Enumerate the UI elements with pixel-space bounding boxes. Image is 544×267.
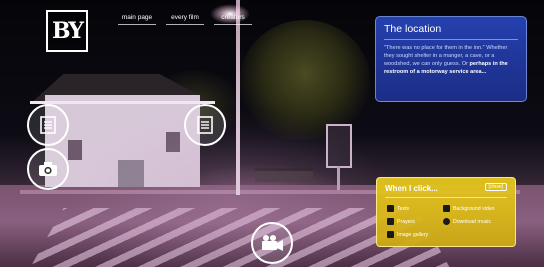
text-hotspot-left[interactable] bbox=[27, 104, 69, 146]
scene-background: BY main page every film creators The loc… bbox=[0, 0, 544, 267]
video-camera-icon bbox=[262, 235, 283, 251]
video-camera-icon bbox=[443, 205, 450, 212]
location-text: "There was no place for them in the inn.… bbox=[384, 44, 518, 76]
legend-item-video: Background video bbox=[443, 205, 495, 212]
document-icon bbox=[197, 116, 213, 134]
legend-label: Download music bbox=[453, 218, 492, 225]
prayer-icon bbox=[387, 218, 394, 225]
legend-panel: When I click... [close] Texts Prayers Im… bbox=[376, 177, 516, 247]
nav-every-film[interactable]: every film bbox=[166, 14, 204, 25]
nav-main-page[interactable]: main page bbox=[118, 14, 156, 25]
legend-item-prayers: Prayers bbox=[387, 218, 415, 225]
legend-item-texts: Texts bbox=[387, 205, 409, 212]
legend-label: Texts bbox=[397, 205, 410, 212]
legend-label: Prayers bbox=[397, 218, 415, 225]
camera-icon bbox=[39, 162, 57, 176]
music-icon bbox=[443, 218, 450, 225]
legend-item-gallery: Image gallery bbox=[387, 231, 428, 238]
legend-divider bbox=[385, 197, 507, 198]
location-title: The location bbox=[384, 23, 518, 40]
document-icon bbox=[40, 116, 56, 134]
location-panel: The location "There was no place for the… bbox=[375, 16, 527, 102]
legend-label: Image gallery bbox=[397, 231, 429, 238]
close-button[interactable]: [close] bbox=[484, 183, 507, 191]
camera-icon bbox=[387, 231, 394, 238]
background-video-button[interactable] bbox=[251, 222, 293, 264]
site-logo[interactable]: BY bbox=[46, 10, 88, 52]
legend-item-music: Download music bbox=[443, 218, 491, 225]
legend-label: Background video bbox=[453, 205, 495, 212]
gallery-hotspot[interactable] bbox=[27, 148, 69, 190]
document-icon bbox=[387, 205, 394, 212]
nav-creators[interactable]: creators bbox=[214, 14, 252, 25]
main-nav: main page every film creators bbox=[118, 14, 252, 25]
text-hotspot-right[interactable] bbox=[184, 104, 226, 146]
